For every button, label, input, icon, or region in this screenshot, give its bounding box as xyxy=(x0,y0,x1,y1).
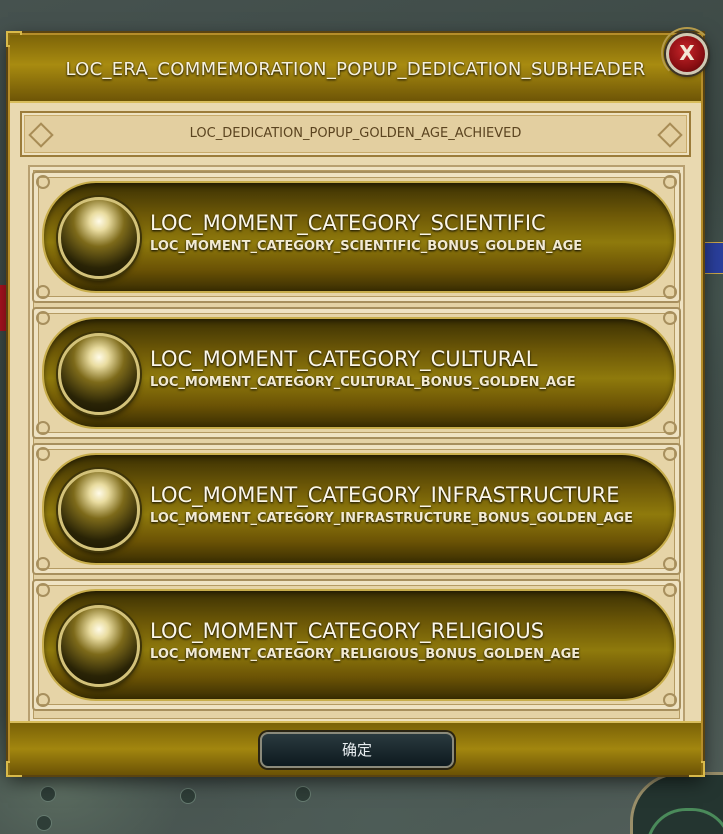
dedication-option-button[interactable]: LOC_MOMENT_CATEGORY_SCIENTIFIC LOC_MOMEN… xyxy=(42,181,676,293)
popup-title: LOC_ERA_COMMEMORATION_POPUP_DEDICATION_S… xyxy=(65,59,646,80)
era-dedication-popup: LOC_ERA_COMMEMORATION_POPUP_DEDICATION_S… xyxy=(6,31,705,777)
dedication-option-button[interactable]: LOC_MOMENT_CATEGORY_CULTURAL LOC_MOMENT_… xyxy=(42,317,676,429)
dedication-orb-icon xyxy=(58,605,140,687)
dedication-bonus: LOC_MOMENT_CATEGORY_CULTURAL_BONUS_GOLDE… xyxy=(150,375,576,390)
dedication-bonus: LOC_MOMENT_CATEGORY_INFRASTRUCTURE_BONUS… xyxy=(150,511,633,526)
dedication-bonus: LOC_MOMENT_CATEGORY_RELIGIOUS_BONUS_GOLD… xyxy=(150,647,581,662)
tree-icon xyxy=(40,786,56,802)
popup-footer: 确定 xyxy=(10,721,701,775)
diamond-ornament-icon xyxy=(28,122,54,148)
dedication-row-cultural: LOC_MOMENT_CATEGORY_CULTURAL LOC_MOMENT_… xyxy=(32,307,681,439)
dedication-row-scientific: LOC_MOMENT_CATEGORY_SCIENTIFIC LOC_MOMEN… xyxy=(32,171,681,303)
dedication-title: LOC_MOMENT_CATEGORY_CULTURAL xyxy=(150,347,538,371)
tree-icon xyxy=(180,788,196,804)
popup-header: LOC_ERA_COMMEMORATION_POPUP_DEDICATION_S… xyxy=(10,35,701,103)
dedication-orb-icon xyxy=(58,197,140,279)
close-button[interactable]: X xyxy=(661,27,713,79)
dedication-title: LOC_MOMENT_CATEGORY_INFRASTRUCTURE xyxy=(150,483,620,507)
dedication-bonus: LOC_MOMENT_CATEGORY_SCIENTIFIC_BONUS_GOL… xyxy=(150,239,583,254)
city-tile-blue xyxy=(700,242,723,274)
dedication-row-religious: LOC_MOMENT_CATEGORY_RELIGIOUS LOC_MOMENT… xyxy=(32,579,681,711)
dedication-option-button[interactable]: LOC_MOMENT_CATEGORY_RELIGIOUS LOC_MOMENT… xyxy=(42,589,676,701)
dedication-option-button[interactable]: LOC_MOMENT_CATEGORY_INFRASTRUCTURE LOC_M… xyxy=(42,453,676,565)
tree-icon xyxy=(36,815,52,831)
golden-age-banner-text: LOC_DEDICATION_POPUP_GOLDEN_AGE_ACHIEVED xyxy=(189,126,522,141)
dedication-orb-icon xyxy=(58,333,140,415)
diamond-ornament-icon xyxy=(657,122,683,148)
dedication-orb-icon xyxy=(58,469,140,551)
dedication-row-infrastructure: LOC_MOMENT_CATEGORY_INFRASTRUCTURE LOC_M… xyxy=(32,443,681,575)
confirm-button[interactable]: 确定 xyxy=(260,732,454,768)
golden-age-banner: LOC_DEDICATION_POPUP_GOLDEN_AGE_ACHIEVED xyxy=(20,111,691,157)
dedication-title: LOC_MOMENT_CATEGORY_SCIENTIFIC xyxy=(150,211,546,235)
tree-icon xyxy=(295,786,311,802)
dedication-title: LOC_MOMENT_CATEGORY_RELIGIOUS xyxy=(150,619,545,643)
